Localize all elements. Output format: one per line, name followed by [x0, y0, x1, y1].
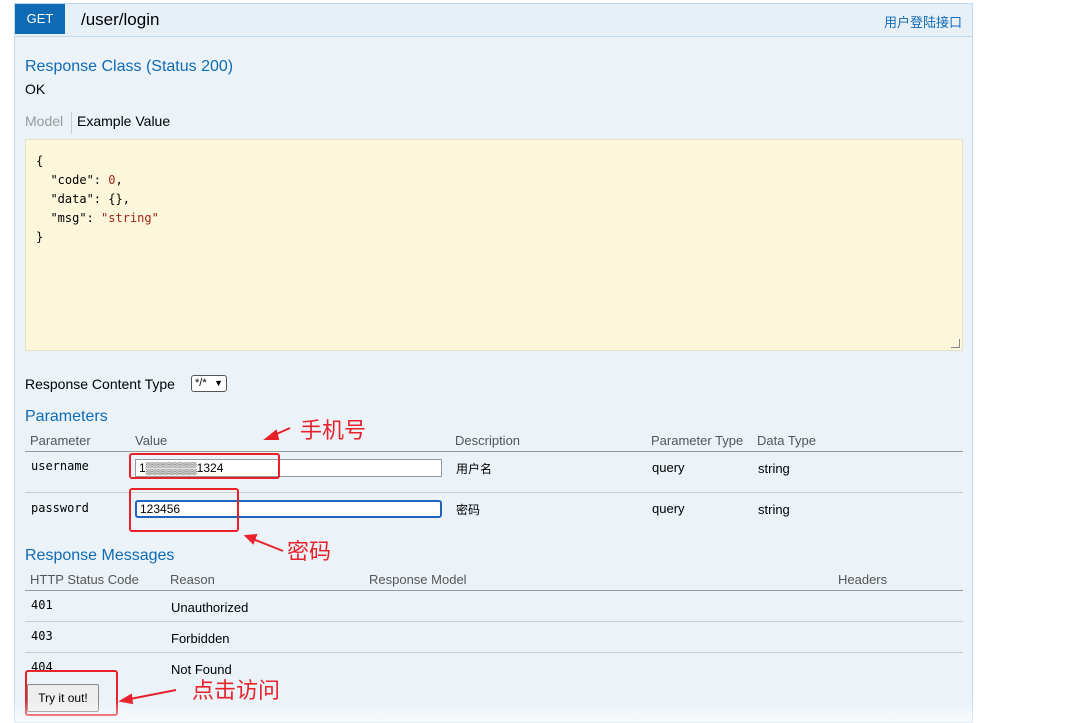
arrow-head-icon [263, 429, 280, 440]
annotation-arrows [118, 427, 291, 705]
arrow-icon [252, 538, 284, 552]
arrow-head-icon [243, 533, 258, 545]
arrow-icon [129, 689, 177, 700]
bottom-fade [0, 700, 1091, 723]
